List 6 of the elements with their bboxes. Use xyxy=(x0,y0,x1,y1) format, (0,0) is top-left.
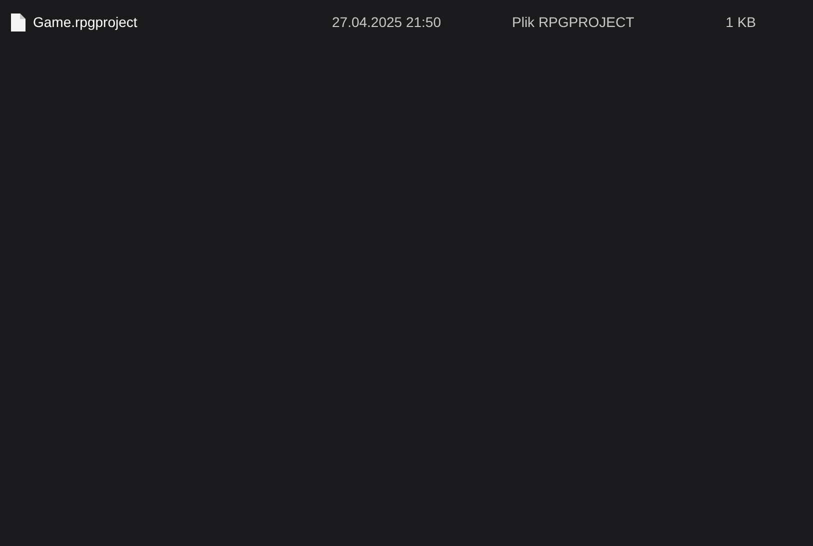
file-size: 1 KB xyxy=(726,14,756,30)
modified-date: 27.04.2025 21:50 xyxy=(332,14,442,30)
file-row[interactable]: Game.rpgproject 27.04.2025 21:50 Plik RPGPROJECT 1 KB xyxy=(0,10,813,34)
file-type: Plik RPGPROJECT xyxy=(512,14,636,30)
document-icon xyxy=(10,12,26,32)
file-name: Game.rpgproject xyxy=(33,14,138,30)
